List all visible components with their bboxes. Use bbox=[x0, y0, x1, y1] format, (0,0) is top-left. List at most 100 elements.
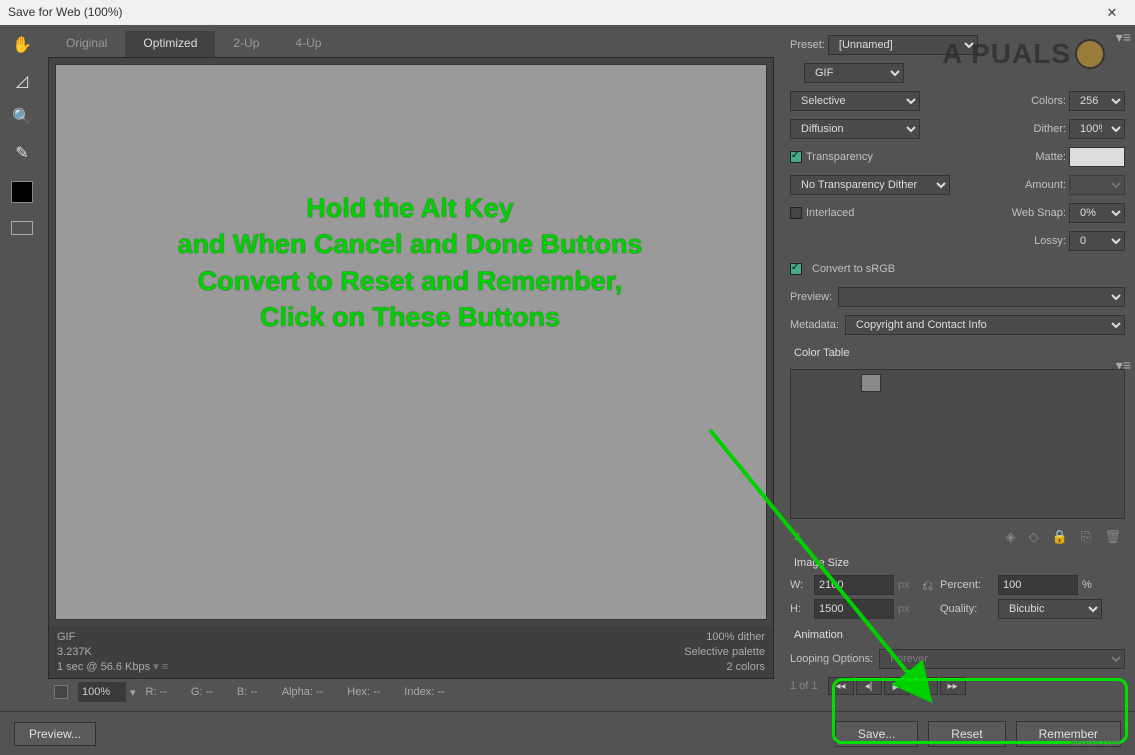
ct-trash-icon[interactable]: 🗑 bbox=[1104, 529, 1121, 544]
tab-optimized[interactable]: Optimized bbox=[125, 31, 215, 57]
status-bar: ▾ R: -- G: -- B: -- Alpha: -- Hex: -- In… bbox=[48, 679, 774, 705]
format-select[interactable]: GIF bbox=[804, 63, 904, 83]
color-swatch-entry[interactable] bbox=[861, 374, 881, 392]
width-input[interactable] bbox=[814, 575, 894, 595]
zoom-tool-icon[interactable]: 🔍 bbox=[8, 105, 36, 129]
ct-tool-2-icon[interactable]: ◇ bbox=[1029, 529, 1039, 544]
anim-first-icon[interactable]: ◂◂ bbox=[828, 677, 854, 695]
metadata-select[interactable]: Copyright and Contact Info bbox=[845, 315, 1125, 335]
transparency-checkbox[interactable] bbox=[790, 151, 802, 163]
image-size-header: Image Size bbox=[794, 557, 1125, 569]
percent-label: Percent: bbox=[940, 579, 994, 591]
color-count: 2 bbox=[794, 531, 800, 543]
view-tabs: Original Optimized 2-Up 4-Up bbox=[48, 31, 774, 57]
slice-select-tool-icon[interactable]: ◿ bbox=[8, 69, 36, 93]
colors-select[interactable]: 256 bbox=[1069, 91, 1125, 111]
anim-next-icon[interactable]: |▸ bbox=[912, 677, 938, 695]
reset-button[interactable]: Reset bbox=[928, 721, 1005, 747]
color-table-header: Color Table bbox=[794, 347, 1125, 359]
status-b: B: -- bbox=[237, 686, 258, 698]
info-colors: 2 colors bbox=[684, 660, 765, 675]
image-info-bar: GIF 3.237K 1 sec @ 56.6 Kbps ▾ ≡ 100% di… bbox=[49, 626, 773, 678]
px-label-2: px bbox=[898, 603, 918, 615]
colors-label: Colors: bbox=[1031, 95, 1066, 107]
matte-select[interactable] bbox=[1069, 147, 1125, 167]
height-input[interactable] bbox=[814, 599, 894, 619]
settings-panel: ▾≡ Preset: [Unnamed] GIF Selective Color… bbox=[780, 25, 1135, 705]
zoom-input[interactable] bbox=[78, 682, 126, 702]
info-dither: 100% dither bbox=[684, 630, 765, 645]
interlaced-label: Interlaced bbox=[806, 207, 854, 219]
color-swatch[interactable] bbox=[11, 181, 33, 203]
matte-label: Matte: bbox=[1035, 151, 1066, 163]
transparency-dither-select[interactable]: No Transparency Dither bbox=[790, 175, 950, 195]
window-controls: ✕ bbox=[1097, 0, 1127, 26]
metadata-label: Metadata: bbox=[790, 319, 839, 331]
looping-label: Looping Options: bbox=[790, 653, 873, 665]
srgb-checkbox[interactable] bbox=[790, 263, 802, 275]
tab-original[interactable]: Original bbox=[48, 31, 125, 57]
websnap-select[interactable]: 0% bbox=[1069, 203, 1125, 223]
logo-face-icon bbox=[1075, 39, 1105, 69]
quality-select[interactable]: Bicubic bbox=[998, 599, 1102, 619]
title-bar: Save for Web (100%) ✕ bbox=[0, 0, 1135, 25]
color-table-footer: 2 ◈ ◇ 🔒 ⎘ 🗑 bbox=[790, 527, 1125, 547]
animation-controls: 1 of 1 ◂◂ ◂| ▶ |▸ ▸▸ bbox=[790, 677, 1125, 695]
eyedropper-tool-icon[interactable]: ✎ bbox=[8, 141, 36, 165]
footer-bar: Preview... Save... Reset Remember bbox=[0, 711, 1135, 755]
ct-lock-icon[interactable]: 🔒 bbox=[1052, 529, 1068, 544]
dither-method-select[interactable]: Diffusion bbox=[790, 119, 920, 139]
preview-select[interactable] bbox=[838, 287, 1125, 307]
anim-play-icon[interactable]: ▶ bbox=[884, 677, 910, 695]
tab-4up[interactable]: 4-Up bbox=[277, 31, 339, 57]
status-index: Index: -- bbox=[404, 686, 444, 698]
interlaced-checkbox[interactable] bbox=[790, 207, 802, 219]
panel-menu-icon[interactable]: ▾≡ bbox=[1116, 29, 1131, 46]
dither-label: Dither: bbox=[1034, 123, 1066, 135]
close-icon[interactable]: ✕ bbox=[1097, 0, 1127, 25]
width-label: W: bbox=[790, 579, 810, 591]
quality-label: Quality: bbox=[940, 603, 994, 615]
status-alpha: Alpha: -- bbox=[282, 686, 324, 698]
animation-header: Animation bbox=[794, 629, 1125, 641]
tab-2up[interactable]: 2-Up bbox=[215, 31, 277, 57]
preview-label: Preview: bbox=[790, 291, 832, 303]
preview-swatch[interactable] bbox=[54, 685, 68, 699]
status-r: R: -- bbox=[146, 686, 167, 698]
info-speed: 1 sec @ 56.6 Kbps bbox=[57, 661, 150, 673]
srgb-label: Convert to sRGB bbox=[812, 263, 895, 275]
color-reduction-select[interactable]: Selective bbox=[790, 91, 920, 111]
color-table[interactable] bbox=[790, 369, 1125, 519]
px-label-1: px bbox=[898, 579, 918, 591]
amount-select bbox=[1069, 175, 1125, 195]
anim-prev-icon[interactable]: ◂| bbox=[856, 677, 882, 695]
status-hex: Hex: -- bbox=[347, 686, 380, 698]
amount-label: Amount: bbox=[1025, 179, 1066, 191]
status-g: G: -- bbox=[191, 686, 213, 698]
percent-input[interactable] bbox=[998, 575, 1078, 595]
canvas-preview[interactable] bbox=[55, 64, 767, 620]
preset-label: Preset: bbox=[790, 39, 825, 51]
looping-select[interactable]: Forever bbox=[879, 649, 1125, 669]
window-title: Save for Web (100%) bbox=[8, 0, 123, 25]
ct-tool-1-icon[interactable]: ◈ bbox=[1006, 529, 1016, 544]
info-palette: Selective palette bbox=[684, 645, 765, 660]
dither-value-select[interactable]: 100% bbox=[1069, 119, 1125, 139]
lossy-label: Lossy: bbox=[1034, 235, 1066, 247]
save-button[interactable]: Save... bbox=[835, 721, 918, 747]
preview-panel: GIF 3.237K 1 sec @ 56.6 Kbps ▾ ≡ 100% di… bbox=[48, 57, 774, 679]
zoom-control[interactable]: ▾ bbox=[78, 682, 136, 702]
info-size: 3.237K bbox=[57, 645, 168, 660]
link-dimensions-icon[interactable]: ⎌ bbox=[922, 577, 936, 594]
toggle-slices-icon[interactable] bbox=[11, 221, 33, 235]
watermark-logo: A PUALS bbox=[942, 38, 1105, 70]
tool-column: ✋ ◿ 🔍 ✎ bbox=[0, 25, 44, 705]
preview-button[interactable]: Preview... bbox=[14, 722, 96, 746]
source-watermark: wsxdn.com bbox=[1071, 738, 1121, 749]
anim-last-icon[interactable]: ▸▸ bbox=[940, 677, 966, 695]
ct-new-icon[interactable]: ⎘ bbox=[1081, 529, 1091, 544]
info-format: GIF bbox=[57, 630, 168, 645]
height-label: H: bbox=[790, 603, 810, 615]
hand-tool-icon[interactable]: ✋ bbox=[8, 33, 36, 57]
lossy-select[interactable]: 0 bbox=[1069, 231, 1125, 251]
